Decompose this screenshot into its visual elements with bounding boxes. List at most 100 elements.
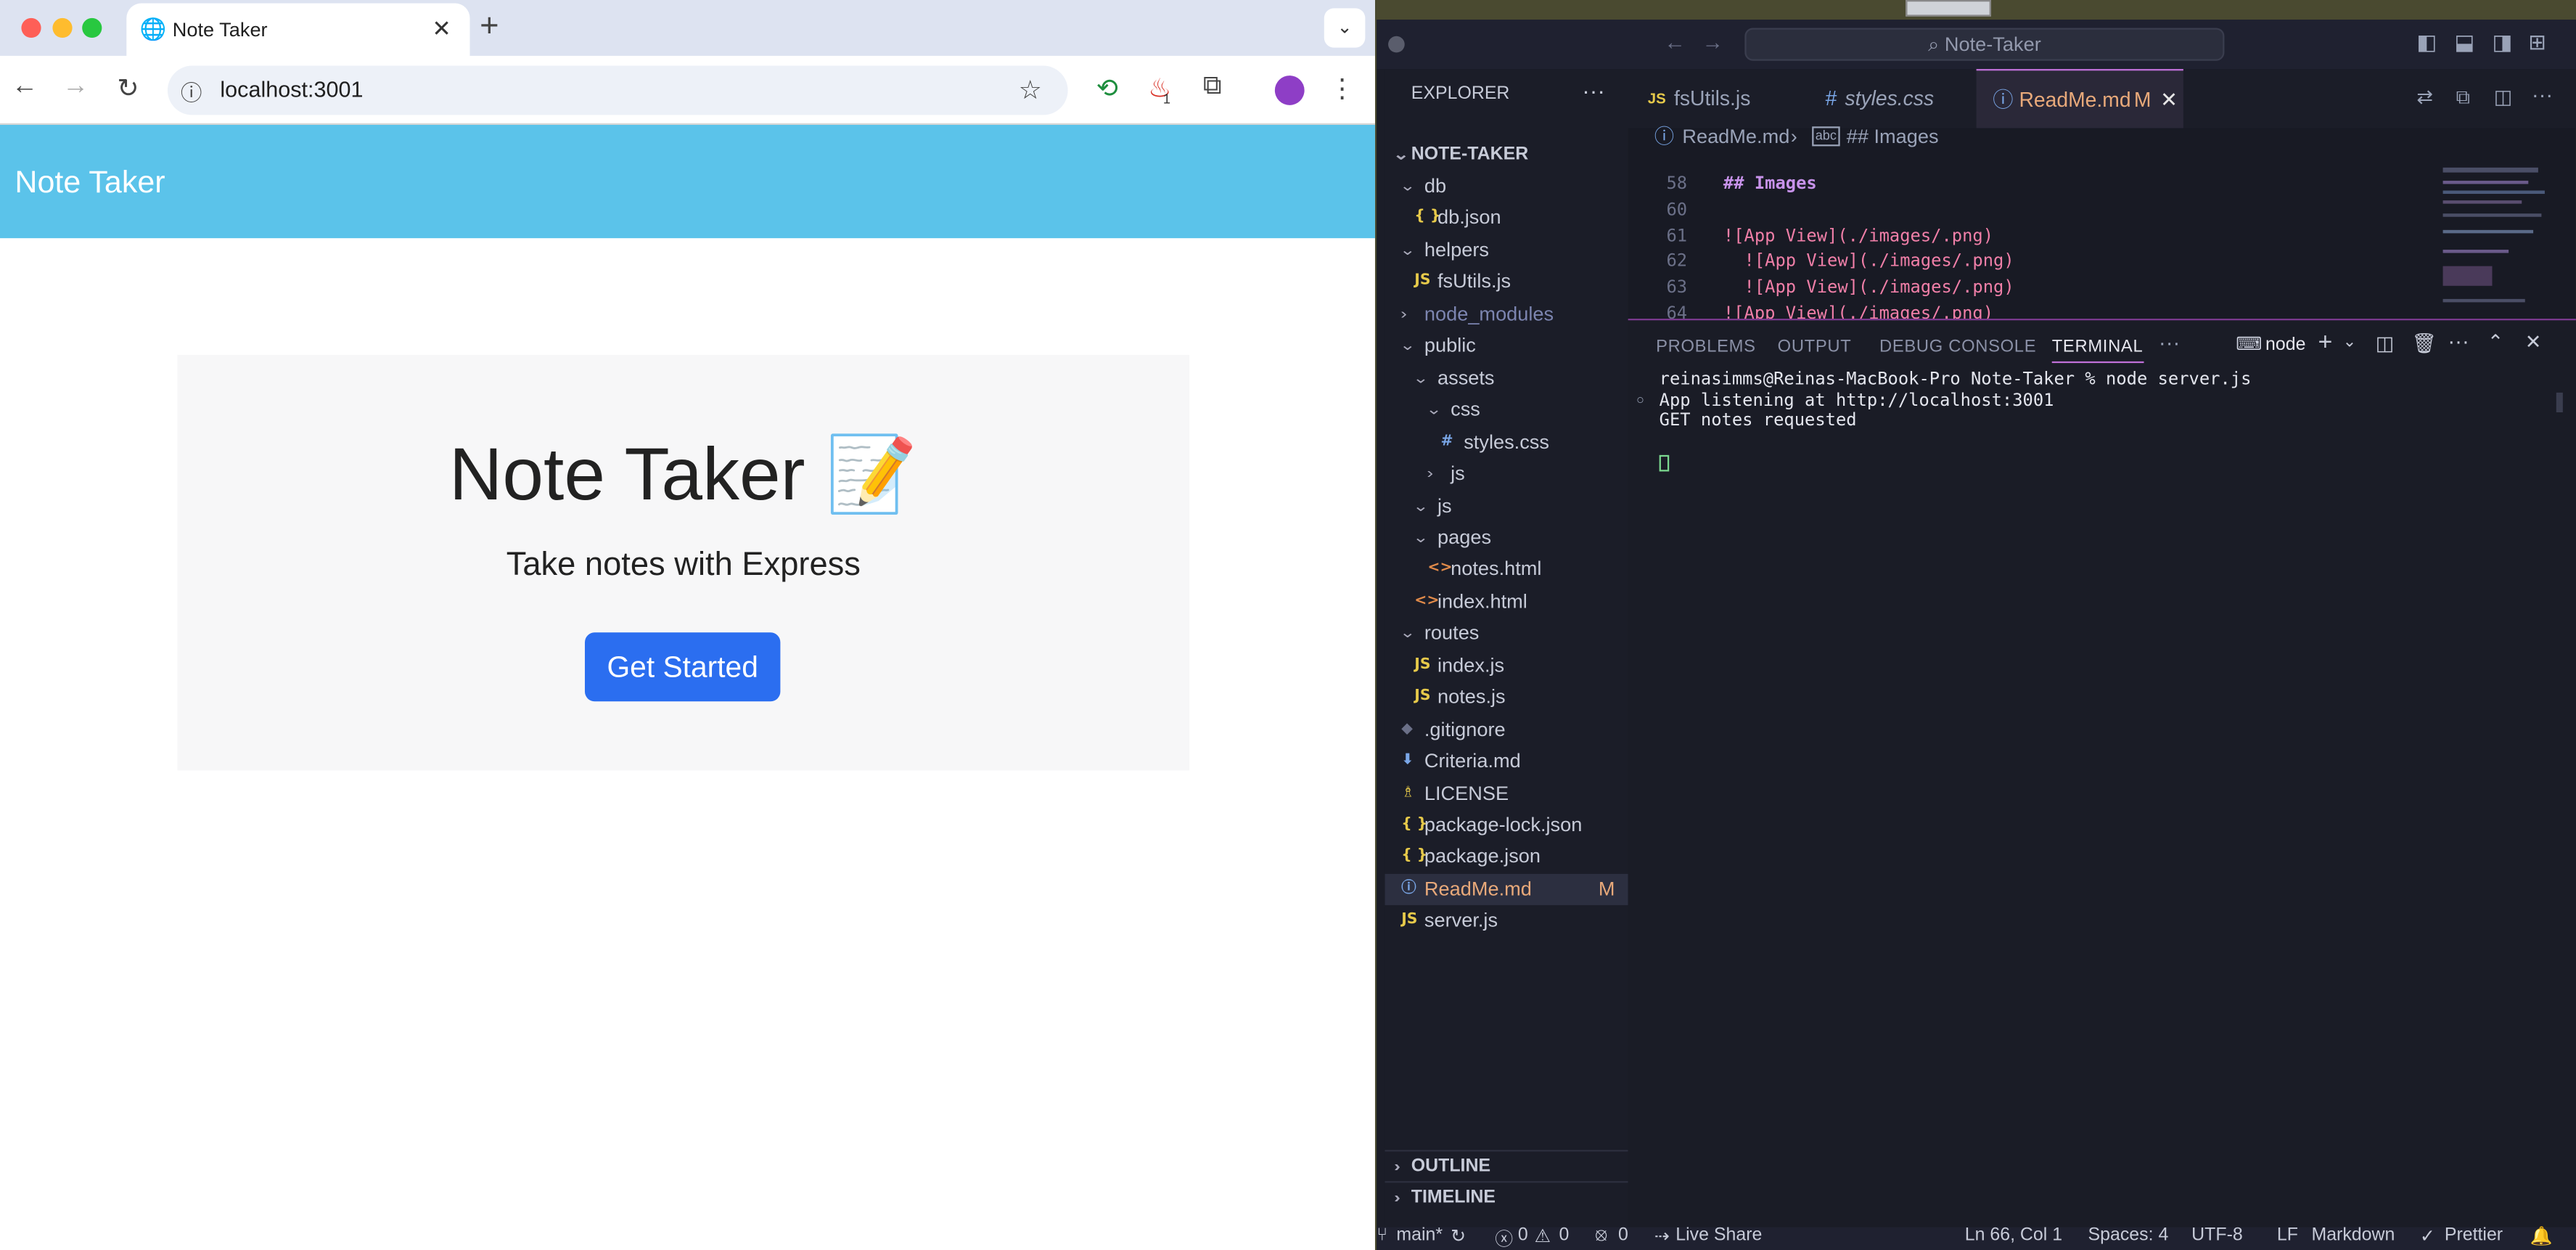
close-tab-icon[interactable]: ✕ [432,15,451,42]
command-center[interactable]: ⌕ Note-Taker [1744,28,2225,61]
notifications-bell-icon[interactable]: 🔔 [2530,1225,2553,1246]
status-ports[interactable]: 0 [1618,1225,1628,1245]
get-started-button[interactable]: Get Started [584,632,781,702]
file-db-json[interactable]: { } db.json [1385,203,1628,234]
file-index-js[interactable]: JS index.js [1385,650,1628,682]
compare-changes-icon[interactable]: ⇄ [2416,86,2433,109]
toggle-sidebar-icon[interactable]: ◧ [2416,30,2437,56]
terminal-name[interactable]: node [2265,335,2305,355]
customize-layout-icon[interactable]: ⊞ [2528,30,2546,56]
folder-pages[interactable]: ⌄ pages [1385,522,1628,553]
panel-more-icon[interactable]: ··· [2159,330,2180,355]
status-live-share[interactable]: Live Share [1675,1225,1762,1245]
status-warnings[interactable]: 0 [1559,1225,1570,1245]
code-line[interactable]: 62 ![App View](./images/.png) [1628,249,2433,275]
status-errors[interactable]: 0 [1518,1225,1528,1245]
tab-problems[interactable]: PROBLEMS [1656,337,1756,356]
extension-icon[interactable]: ⟲ [1091,73,1123,105]
folder-node-modules[interactable]: › node_modules [1385,298,1628,330]
file-server-js[interactable]: JS server.js [1385,906,1628,937]
toggle-secondary-sidebar-icon[interactable]: ◨ [2492,30,2512,56]
file--gitignore[interactable]: ◆ .gitignore [1385,714,1628,745]
file-criteria-md[interactable]: ⬇ Criteria.md [1385,746,1628,777]
file-styles-css[interactable]: # styles.css [1385,426,1628,457]
breadcrumb-section[interactable]: ## Images [1847,126,1939,146]
sync-icon[interactable]: ↻ [1451,1225,1466,1246]
breadcrumb-file[interactable]: ReadMe.md [1682,126,1789,146]
tab-readme[interactable]: ⓘ ReadMe.md M ✕ [1976,69,2183,129]
site-info-icon[interactable]: ⓘ [181,75,202,107]
menu-kebab-icon[interactable]: ⋮ [1326,73,1358,105]
close-tab-icon[interactable]: ✕ [2160,70,2178,129]
new-terminal-icon[interactable]: + [2318,329,2333,356]
folder-helpers[interactable]: ⌄ helpers [1385,234,1628,266]
preview-icon[interactable]: ⧉ [2456,86,2470,110]
address-bar[interactable]: ⓘ localhost:3001 ☆ [167,65,1068,115]
status-eol[interactable]: LF [2277,1225,2298,1245]
forward-icon[interactable]: → [60,73,92,102]
terminal-dropdown-icon[interactable]: ⌄ [2342,333,2356,351]
status-language[interactable]: Markdown [2311,1225,2395,1245]
folder-js[interactable]: ⌄ js [1385,491,1628,522]
folder-css[interactable]: ⌄ css [1385,394,1628,425]
navbar-brand[interactable]: Note Taker [15,166,165,203]
file-package-json[interactable]: { } package.json [1385,842,1628,873]
split-editor-icon[interactable]: ◫ [2494,86,2513,109]
code-line[interactable]: 61 ![App View](./images/.png) [1628,223,2433,249]
split-terminal-icon[interactable]: ◫ [2376,332,2395,355]
file-fsutils-js[interactable]: JS fsUtils.js [1385,266,1628,298]
extension-badge-icon[interactable]: ♨ [1144,73,1176,105]
minimize-window-button[interactable] [52,17,73,38]
extensions-puzzle-icon[interactable]: ⧉ [1196,73,1228,102]
code-line[interactable]: 60 [1628,197,2433,223]
close-window-button[interactable] [21,17,41,38]
folder-db[interactable]: ⌄ db [1385,171,1628,202]
reload-icon[interactable]: ↻ [112,73,144,105]
timeline-section[interactable]: › TIMELINE [1385,1181,1628,1212]
toggle-panel-icon[interactable]: ⬓ [2454,30,2474,56]
maximize-panel-icon[interactable]: ⌃ [2487,330,2504,354]
tab-terminal[interactable]: TERMINAL [2051,337,2144,364]
code-editor[interactable]: 58 ## Images 60 61 ![App View](./images/.png… [1628,164,2433,319]
tab-styles[interactable]: # styles.css [1799,69,1977,128]
minimap[interactable] [2432,164,2565,319]
code-line[interactable]: 64 ![App View](./images/.png) [1628,301,2433,319]
new-tab-button[interactable]: + [480,8,499,46]
explorer-more-icon[interactable]: ··· [1582,77,1605,103]
tab-search-button[interactable]: ⌄ [1324,8,1366,48]
tab-debug-console[interactable]: DEBUG CONSOLE [1879,337,2036,356]
status-encoding[interactable]: UTF-8 [2191,1225,2243,1245]
editor-more-icon[interactable]: ··· [2532,82,2553,107]
nav-forward-icon[interactable]: → [1702,30,1723,54]
code-line[interactable]: 63 ![App View](./images/.png) [1628,274,2433,301]
file-notes-html[interactable]: <> notes.html [1385,555,1628,586]
project-header[interactable]: ⌄ NOTE-TAKER [1385,139,1628,171]
profile-avatar[interactable] [1274,75,1305,105]
outline-section[interactable]: › OUTLINE [1385,1150,1628,1181]
kill-terminal-icon[interactable]: 🗑 [2412,332,2437,355]
close-panel-icon[interactable]: ✕ [2525,330,2542,354]
file-license[interactable]: ♗ LICENSE [1385,778,1628,809]
folder-public[interactable]: ⌄ public [1385,330,1628,361]
folder-js[interactable]: › js [1385,458,1628,489]
file-readme-md[interactable]: ⓘ ReadMe.md M [1385,873,1628,905]
status-formatter[interactable]: Prettier [2445,1225,2503,1245]
file-notes-js[interactable]: JS notes.js [1385,682,1628,714]
tab-fsutils[interactable]: JS fsUtils.js [1628,69,1799,128]
folder-assets[interactable]: ⌄ assets [1385,362,1628,393]
tab-output[interactable]: OUTPUT [1778,337,1852,356]
panel-actions-icon[interactable]: ··· [2448,329,2469,354]
zoom-window-button[interactable] [82,17,102,38]
status-branch[interactable]: main* [1396,1225,1443,1245]
status-cursor[interactable]: Ln 66, Col 1 [1965,1225,2062,1245]
browser-tab[interactable]: 🌐 Note Taker ✕ [126,3,470,56]
status-spaces[interactable]: Spaces: 4 [2088,1225,2169,1245]
folder-routes[interactable]: ⌄ routes [1385,618,1628,650]
code-line[interactable]: 58 ## Images [1628,171,2433,197]
nav-back-icon[interactable]: ← [1664,30,1685,54]
terminal-scrollbar[interactable] [2556,392,2563,413]
window-control[interactable] [1388,36,1405,53]
url-text[interactable]: localhost:3001 [220,77,363,102]
back-icon[interactable]: ← [8,73,41,102]
bookmark-star-icon[interactable]: ☆ [1019,74,1042,107]
